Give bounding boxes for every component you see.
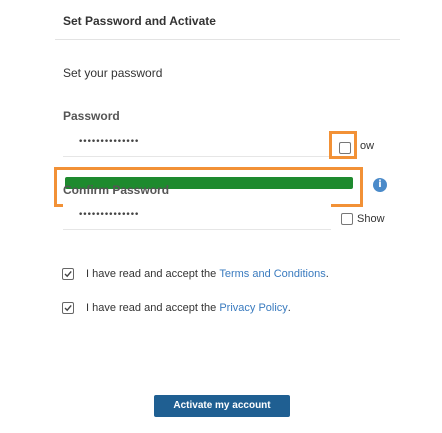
show-password-highlight[interactable] <box>329 131 357 159</box>
terms-row: I have read and accept the Terms and Con… <box>62 268 329 280</box>
privacy-link[interactable]: Privacy Policy <box>219 302 287 314</box>
show-confirm-label: Show <box>357 213 385 225</box>
terms-link[interactable]: Terms and Conditions <box>219 268 325 280</box>
password-label: Password <box>63 109 120 123</box>
confirm-password-value: •••••••••••••• <box>78 210 139 220</box>
terms-suffix: . <box>325 268 329 280</box>
activate-account-button[interactable]: Activate my account <box>154 395 290 417</box>
show-password-checkbox[interactable] <box>339 142 351 154</box>
info-icon[interactable]: i <box>373 178 387 192</box>
confirm-password-label: Confirm Password <box>63 183 170 197</box>
privacy-row: I have read and accept the Privacy Polic… <box>62 302 291 314</box>
terms-prefix: I have read and accept the <box>86 268 220 280</box>
privacy-checkbox[interactable] <box>62 302 74 314</box>
privacy-prefix: I have read and accept the <box>86 302 220 314</box>
password-value: •••••••••••••• <box>78 137 139 147</box>
form-subtitle: Set your password <box>63 66 163 80</box>
confirm-password-input[interactable]: •••••••••••••• <box>63 203 331 230</box>
checkmark-icon <box>64 304 72 312</box>
header-divider <box>55 39 400 40</box>
checkmark-icon <box>64 270 72 278</box>
password-input[interactable]: •••••••••••••• <box>63 130 331 157</box>
page-title: Set Password and Activate <box>63 14 216 28</box>
show-confirm-password-toggle[interactable]: Show <box>341 213 385 225</box>
terms-checkbox[interactable] <box>62 268 74 280</box>
show-confirm-checkbox-icon[interactable] <box>341 213 353 225</box>
show-password-label: ow <box>360 140 375 152</box>
privacy-suffix: . <box>287 302 291 314</box>
